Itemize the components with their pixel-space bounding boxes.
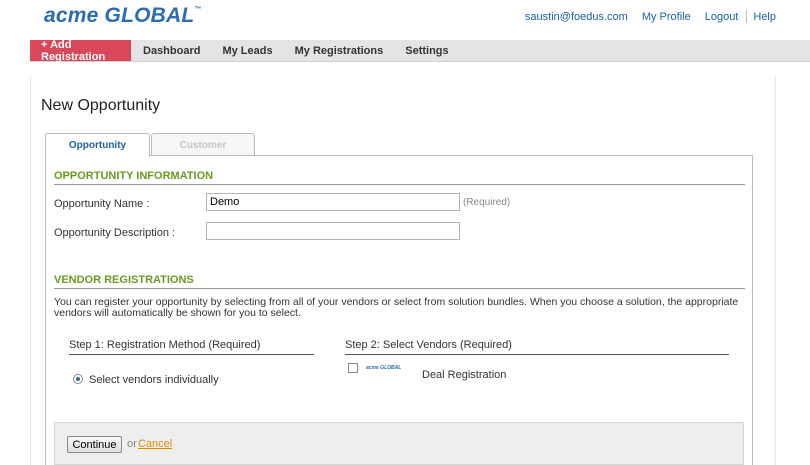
or-text: or (127, 438, 137, 450)
link-divider (746, 10, 748, 23)
section-divider (54, 288, 745, 289)
logo-text: acme GLOBAL (44, 4, 195, 27)
step2-heading: Step 2: Select Vendors (Required) (345, 339, 512, 351)
step1-heading: Step 1: Registration Method (Required) (69, 339, 261, 351)
step2-divider (345, 354, 729, 355)
tab-opportunity[interactable]: Opportunity (45, 133, 150, 157)
vendor-name: Deal Registration (422, 369, 507, 381)
required-indicator: (Required) (463, 197, 511, 208)
my-profile-link[interactable]: My Profile (642, 11, 691, 23)
cancel-link[interactable]: Cancel (138, 438, 172, 450)
opportunity-name-input[interactable] (206, 193, 460, 211)
opportunity-information-heading: OPPORTUNITY INFORMATION (54, 170, 214, 182)
user-email-link[interactable]: saustin@foedus.com (525, 11, 628, 23)
vendor-logo: acme GLOBAL (366, 365, 402, 371)
add-registration-button[interactable]: + Add Registration (30, 39, 131, 63)
help-link[interactable]: Help (753, 11, 776, 23)
vendor-registrations-description: You can register your opportunity by sel… (54, 296, 739, 319)
top-links: saustin@foedus.com My Profile Logout Hel… (525, 10, 776, 23)
nav-item-my-leads[interactable]: My Leads (211, 40, 283, 61)
page-title: New Opportunity (41, 97, 161, 114)
nav-item-my-registrations[interactable]: My Registrations (284, 40, 395, 61)
select-vendors-individually-radio[interactable] (73, 374, 83, 384)
section-divider (54, 184, 745, 185)
opportunity-description-label: Opportunity Description : (54, 227, 176, 239)
acme-global-logo[interactable]: acme GLOBAL™ (44, 4, 202, 28)
step1-divider (69, 354, 314, 355)
vendor-registrations-heading: VENDOR REGISTRATIONS (54, 274, 194, 286)
continue-button[interactable]: Continue (67, 436, 122, 453)
main-nav: + Add Registration Dashboard My Leads My… (30, 39, 810, 63)
opportunity-description-input[interactable] (206, 222, 460, 240)
nav-item-settings[interactable]: Settings (394, 40, 459, 61)
opportunity-name-label: Opportunity Name : (54, 198, 150, 210)
vendor-checkbox[interactable] (348, 363, 358, 373)
tab-customer[interactable]: Customer (151, 133, 255, 156)
nav-item-dashboard[interactable]: Dashboard (131, 40, 211, 61)
logout-link[interactable]: Logout (705, 11, 739, 23)
select-vendors-individually-label: Select vendors individually (89, 374, 219, 386)
trademark-mark: ™ (194, 6, 202, 13)
